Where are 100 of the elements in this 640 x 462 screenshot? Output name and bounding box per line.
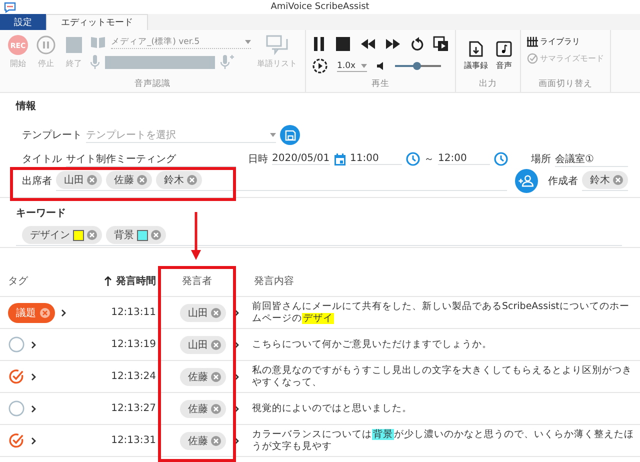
chevron-icon[interactable]	[234, 308, 239, 316]
empty-circle-icon[interactable]	[8, 336, 25, 353]
chevron-icon[interactable]	[31, 436, 36, 444]
library-button[interactable]: ライブラリ	[527, 36, 604, 47]
rewind-icon[interactable]	[360, 38, 376, 50]
column-header[interactable]: 発言者	[182, 274, 212, 288]
time-cell: 12:13:19	[111, 339, 156, 350]
title-field[interactable]: サイト制作ミーティング	[66, 152, 236, 166]
microphone-icon	[90, 54, 100, 70]
chevron-icon[interactable]	[31, 372, 36, 380]
remove-icon[interactable]	[137, 175, 147, 185]
pause-icon[interactable]	[312, 36, 326, 52]
chevron-icon[interactable]	[61, 308, 66, 316]
check-circle-icon	[527, 53, 538, 64]
document-download-icon	[469, 41, 483, 57]
speech-bubbles-icon	[266, 35, 288, 55]
keyword-chip[interactable]: デザイン	[22, 226, 102, 244]
chevron-icon[interactable]	[234, 404, 239, 412]
save-button[interactable]	[280, 125, 300, 145]
remove-icon[interactable]	[87, 175, 97, 185]
remove-icon[interactable]	[151, 230, 161, 240]
fast-forward-icon[interactable]	[385, 38, 401, 50]
range-separator: ～	[424, 153, 434, 166]
group-label: 出力	[479, 78, 497, 90]
clock-icon[interactable]	[406, 152, 420, 166]
speaker-chip[interactable]: 山田	[180, 304, 226, 322]
end-time-field[interactable]: 12:00	[438, 153, 490, 165]
library-icon	[527, 36, 538, 47]
attendee-chip[interactable]: 佐藤	[106, 171, 152, 189]
field-label: 出席者	[22, 174, 52, 188]
keywords-field[interactable]: デザイン 背景	[16, 226, 622, 246]
chevron-icon[interactable]	[234, 372, 239, 380]
date-field[interactable]: 2020/05/01	[272, 153, 330, 165]
book-icon	[90, 35, 106, 49]
utterance-text: 前回皆さんにメールにて共有をした、新しい製品であるScribeAssistについてのホームページの デザイ	[252, 300, 630, 324]
keyword-chip[interactable]: 背景	[106, 226, 166, 244]
utterance-text: カラーバランスについては 背景 が少し濃いのかなと思うので、いくらか薄く整えたほうが文字も見やす	[252, 428, 635, 452]
check-circle-icon[interactable]	[8, 432, 25, 449]
speaker-chip[interactable]: 佐藤	[180, 432, 226, 450]
utterance-text: 視覚的によいのではと思いました。	[252, 402, 412, 414]
volume-thumb[interactable]	[413, 62, 422, 70]
stop-icon	[64, 35, 84, 55]
field-label: 作成者	[548, 174, 578, 188]
save-icon	[284, 130, 296, 140]
group-label: 画面切り替え	[538, 78, 592, 90]
remove-icon[interactable]	[211, 436, 221, 446]
field-label: 日時	[248, 152, 268, 166]
group-label: 再生	[372, 78, 390, 90]
column-header[interactable]: 発言時間	[116, 274, 156, 288]
chevron-icon[interactable]	[31, 340, 36, 348]
copy-play-icon[interactable]	[433, 36, 449, 52]
empty-circle-icon[interactable]	[8, 400, 25, 417]
stop-icon[interactable]	[335, 36, 351, 52]
utterance-text: 私の意見なのですがもうすこし見出しの文字を大きくしてもらえるとより区別がつきやすくなって、	[252, 364, 633, 388]
speaker-chip[interactable]: 山田	[180, 336, 226, 354]
minutes-export-button[interactable]: 議事録	[462, 33, 490, 73]
music-note-icon	[496, 41, 512, 57]
place-field[interactable]: 会議室①	[555, 152, 628, 166]
column-header[interactable]: タグ	[8, 274, 28, 288]
tab[interactable]: エディットモード	[46, 14, 148, 30]
speed-dropdown[interactable]: 1.0x	[337, 60, 367, 72]
remove-icon[interactable]	[87, 230, 97, 240]
time-cell: 12:13:31	[111, 435, 156, 446]
start-time-field[interactable]: 11:00	[350, 153, 402, 165]
remove-icon[interactable]	[211, 340, 221, 350]
column-header[interactable]: 発言内容	[254, 274, 294, 288]
speaker-icon	[376, 61, 386, 71]
time-cell: 12:13:24	[111, 371, 156, 382]
remove-icon[interactable]	[211, 308, 221, 318]
menu-tab[interactable]: 設定	[0, 14, 46, 30]
clock-icon[interactable]	[494, 152, 508, 166]
speaker-chip[interactable]: 佐藤	[180, 368, 226, 386]
time-cell: 12:13:11	[111, 307, 156, 318]
attendee-chip[interactable]: 山田	[56, 171, 102, 189]
chevron-icon[interactable]	[234, 340, 239, 348]
speaker-chip[interactable]: 佐藤	[180, 400, 226, 418]
caret-icon[interactable]	[361, 64, 367, 68]
remove-icon[interactable]	[211, 372, 221, 382]
remove-icon[interactable]	[613, 175, 623, 185]
add-microphone-icon	[220, 54, 234, 70]
replay-icon[interactable]	[410, 36, 424, 52]
caret-icon[interactable]	[270, 132, 276, 136]
chevron-icon[interactable]	[31, 404, 36, 412]
section-heading: キーワード	[16, 207, 67, 220]
add-person-icon	[518, 175, 534, 187]
field-label: タイトル	[22, 153, 62, 166]
attendees-field[interactable]: 山田 佐藤 鈴木	[56, 171, 507, 191]
utterance-text: こちらについて何かご意見いただけますでしょうか。	[252, 338, 492, 350]
play-circle-icon[interactable]	[312, 58, 328, 74]
sort-ascending-icon[interactable]	[104, 276, 112, 286]
chevron-icon[interactable]	[234, 436, 239, 444]
audio-export-button[interactable]: 音声	[494, 33, 514, 73]
remove-icon[interactable]	[211, 404, 221, 414]
remove-icon[interactable]	[187, 175, 197, 185]
remove-icon[interactable]	[40, 308, 50, 318]
add-person-button[interactable]	[514, 169, 538, 193]
attendee-chip[interactable]: 鈴木	[156, 171, 202, 189]
check-circle-icon[interactable]	[8, 368, 25, 385]
calendar-icon[interactable]	[334, 152, 346, 166]
annotation-arrow	[191, 212, 201, 260]
